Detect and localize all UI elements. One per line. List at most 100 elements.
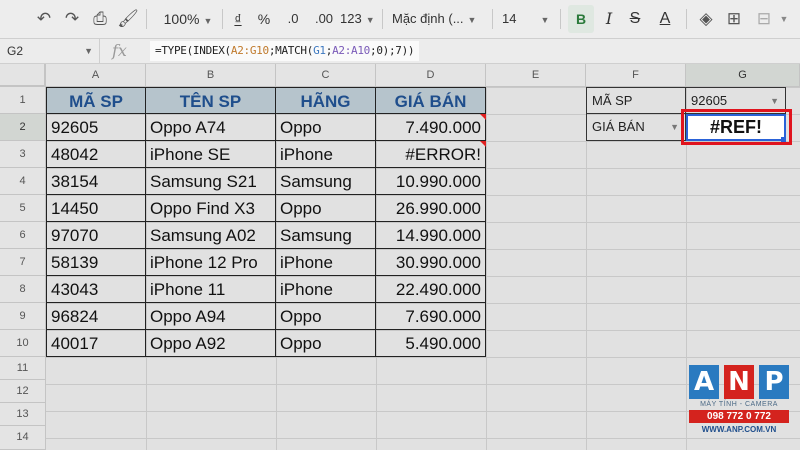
table-cell[interactable]: 14.990.000: [376, 222, 486, 249]
table-cell[interactable]: iPhone SE: [146, 141, 276, 168]
strikethrough-button[interactable]: S: [624, 0, 646, 38]
column-header-b[interactable]: B: [146, 64, 276, 87]
table-cell[interactable]: 22.490.000: [376, 276, 486, 303]
separator: [382, 9, 383, 29]
table-cell[interactable]: 48042: [46, 141, 146, 168]
column-header-c[interactable]: C: [276, 64, 376, 87]
zoom-select[interactable]: 100% ▼: [160, 0, 216, 38]
table-cell[interactable]: 7.490.000: [376, 114, 486, 141]
table-cell[interactable]: Oppo: [276, 330, 376, 357]
table-cell[interactable]: 96824: [46, 303, 146, 330]
table-cell[interactable]: 58139: [46, 249, 146, 276]
chevron-down-icon: ▼: [365, 15, 375, 25]
column-header-f[interactable]: F: [586, 64, 686, 87]
font-select[interactable]: Mặc định (... ▼: [392, 0, 482, 38]
error-cell[interactable]: #ERROR!: [376, 141, 486, 168]
column-header-a[interactable]: A: [46, 64, 146, 87]
table-cell[interactable]: 26.990.000: [376, 195, 486, 222]
row-header[interactable]: 8: [0, 276, 46, 303]
formula-range-ref: A2:A10: [332, 44, 370, 57]
font-size-select[interactable]: 14 ▼: [502, 0, 554, 38]
error-indicator: [480, 141, 486, 147]
increase-decimal-button[interactable]: .00: [310, 0, 338, 38]
column-header-e[interactable]: E: [486, 64, 586, 87]
table-cell[interactable]: Samsung S21: [146, 168, 276, 195]
table-header-cell[interactable]: GIÁ BÁN: [376, 87, 486, 114]
formula-part: =TYPE(INDEX(: [155, 44, 231, 57]
font-value: Mặc định (...: [392, 11, 464, 26]
fill-color-icon[interactable]: ◈: [694, 0, 718, 38]
table-cell[interactable]: iPhone 11: [146, 276, 276, 303]
print-icon[interactable]: ⎙: [88, 0, 112, 38]
separator: [146, 9, 147, 29]
name-box[interactable]: G2 ▼: [0, 39, 100, 63]
italic-button[interactable]: I: [598, 0, 620, 38]
table-cell[interactable]: iPhone: [276, 276, 376, 303]
table-cell[interactable]: 10.990.000: [376, 168, 486, 195]
table-header-cell[interactable]: HÃNG: [276, 87, 376, 114]
decrease-decimal-button[interactable]: .0: [282, 0, 304, 38]
table-cell[interactable]: Oppo A94: [146, 303, 276, 330]
row-header[interactable]: 13: [0, 403, 46, 426]
table-cell[interactable]: Oppo A74: [146, 114, 276, 141]
table-cell[interactable]: 5.490.000: [376, 330, 486, 357]
undo-icon[interactable]: ↶: [32, 0, 56, 38]
table-cell[interactable]: 92605: [46, 114, 146, 141]
table-cell[interactable]: 14450: [46, 195, 146, 222]
row-header[interactable]: 9: [0, 303, 46, 330]
borders-icon[interactable]: ⊞: [722, 0, 746, 38]
formula-part: ;MATCH(: [268, 44, 314, 57]
row-header[interactable]: 14: [0, 426, 46, 450]
row-header[interactable]: 1: [0, 87, 46, 114]
table-cell[interactable]: 43043: [46, 276, 146, 303]
row-header[interactable]: 4: [0, 168, 46, 195]
toolbar: ↶ ↷ ⎙ 🖌 100% ▼ ₫ % .0 .00 123 ▼ Mặc định (…: [0, 0, 800, 39]
row-header[interactable]: 10: [0, 330, 46, 357]
table-cell[interactable]: iPhone: [276, 141, 376, 168]
column-header-g[interactable]: G: [686, 64, 800, 87]
chevron-down-icon[interactable]: ▼: [778, 0, 790, 38]
logo-letter: P: [759, 365, 789, 399]
redo-icon[interactable]: ↷: [60, 0, 84, 38]
select-all-corner[interactable]: [0, 64, 46, 87]
table-cell[interactable]: Oppo: [276, 114, 376, 141]
column-header-d[interactable]: D: [376, 64, 486, 87]
table-cell[interactable]: iPhone: [276, 249, 376, 276]
lookup-select-cell[interactable]: GIÁ BÁN ▼: [586, 114, 686, 141]
row-header[interactable]: 5: [0, 195, 46, 222]
row-header[interactable]: 7: [0, 249, 46, 276]
formula-input[interactable]: =TYPE(INDEX(A2:G10;MATCH(G1;A2:A10;0);7)…: [150, 41, 420, 61]
table-cell[interactable]: 40017: [46, 330, 146, 357]
more-formats-button[interactable]: 123 ▼: [340, 0, 375, 38]
text-color-button[interactable]: A: [654, 0, 676, 38]
table-header-cell[interactable]: TÊN SP: [146, 87, 276, 114]
table-header-cell[interactable]: MÃ SP: [46, 87, 146, 114]
table-cell[interactable]: Samsung A02: [146, 222, 276, 249]
table-cell[interactable]: 38154: [46, 168, 146, 195]
table-cell[interactable]: 97070: [46, 222, 146, 249]
table-cell[interactable]: Oppo Find X3: [146, 195, 276, 222]
row-header[interactable]: 12: [0, 380, 46, 403]
bold-button[interactable]: B: [568, 5, 594, 33]
anp-logo: A N P MÁY TÍNH - CAMERA 098 772 0 772 WW…: [689, 365, 789, 440]
lookup-label-ma-sp[interactable]: MÃ SP: [586, 87, 686, 114]
table-cell[interactable]: Samsung: [276, 168, 376, 195]
table-cell[interactable]: Oppo: [276, 303, 376, 330]
logo-letter: A: [689, 365, 719, 399]
row-header[interactable]: 2: [0, 114, 46, 141]
dropdown-icon[interactable]: ▼: [670, 114, 679, 140]
table-cell[interactable]: iPhone 12 Pro: [146, 249, 276, 276]
paint-format-icon[interactable]: 🖌: [116, 0, 140, 38]
table-cell[interactable]: Oppo: [276, 195, 376, 222]
row-header[interactable]: 11: [0, 357, 46, 380]
merge-cells-icon[interactable]: ⊟: [752, 0, 776, 38]
table-cell[interactable]: 30.990.000: [376, 249, 486, 276]
table-cell[interactable]: Samsung: [276, 222, 376, 249]
table-cell[interactable]: 7.690.000: [376, 303, 486, 330]
percent-format-button[interactable]: %: [256, 0, 272, 38]
lookup-input-value: 92605: [691, 93, 728, 108]
row-header[interactable]: 3: [0, 141, 46, 168]
table-cell[interactable]: Oppo A92: [146, 330, 276, 357]
row-header[interactable]: 6: [0, 222, 46, 249]
currency-format-button[interactable]: ₫: [230, 0, 246, 38]
